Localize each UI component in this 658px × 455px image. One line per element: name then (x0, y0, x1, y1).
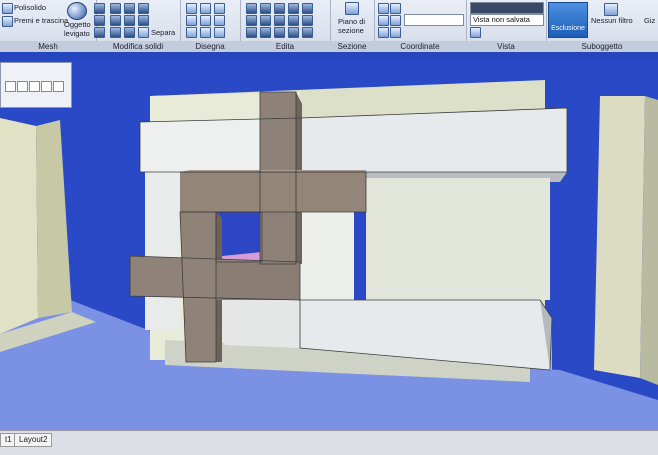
toolbar-button[interactable] (5, 81, 16, 92)
polyline-icon[interactable] (200, 3, 211, 14)
model-render (0, 60, 658, 430)
fillet-icon[interactable] (246, 15, 257, 26)
floating-toolbar (0, 62, 72, 108)
solid-edit-icon[interactable] (124, 27, 135, 38)
join-icon[interactable] (274, 27, 285, 38)
break-icon[interactable] (302, 27, 313, 38)
rectangle-icon[interactable] (200, 15, 211, 26)
polisolido-command[interactable]: Polisolido (14, 3, 46, 12)
panel-label-sezione[interactable]: Sezione (330, 41, 374, 52)
panel-label-modifica-solidi[interactable]: Modifica solidi (96, 41, 180, 52)
explode-icon[interactable] (274, 15, 285, 26)
mirror-icon[interactable] (302, 3, 313, 14)
panel-modifica-solidi: Separa Modifica solidi (96, 0, 181, 52)
ucs-icon[interactable] (378, 3, 389, 14)
panel-coordinate: Coordinate (374, 0, 467, 52)
exclusion-button[interactable]: Esclusione (548, 2, 588, 38)
ucs-world-icon[interactable] (378, 15, 389, 26)
solid-edit-icon[interactable] (110, 27, 121, 38)
panel-label-edita[interactable]: Edita (240, 41, 330, 52)
panel-disegna: Disegna (180, 0, 241, 52)
separate-icon[interactable] (138, 27, 149, 38)
panel-label-mesh[interactable]: Mesh (0, 41, 96, 52)
panel-label-suboggetto[interactable]: Suboggetto (546, 41, 658, 52)
spline-icon[interactable] (214, 15, 225, 26)
box-left-mid (145, 172, 180, 330)
esclusione-label: Esclusione (551, 25, 585, 32)
box-right-mid (360, 178, 550, 300)
panel-mesh: Polisolido Premi e trascina Oggetto levi… (0, 0, 105, 52)
piano-di-label[interactable]: Piano di (338, 17, 365, 26)
toolbar-button[interactable] (41, 81, 52, 92)
chamfer-icon[interactable] (288, 27, 299, 38)
solid-edit-icon[interactable] (110, 15, 121, 26)
smooth-object-icon[interactable] (67, 2, 87, 20)
erase-icon[interactable] (260, 27, 271, 38)
ribbon: Polisolido Premi e trascina Oggetto levi… (0, 0, 658, 53)
panel-label-disegna[interactable]: Disegna (180, 41, 240, 52)
arc-icon[interactable] (186, 15, 197, 26)
box-center (300, 212, 354, 300)
stretch-icon[interactable] (288, 15, 299, 26)
panel-sezione: Piano di sezione Sezione (330, 0, 375, 52)
boundary-icon[interactable] (214, 27, 225, 38)
box-top-right (300, 108, 567, 172)
tab-layout2[interactable]: Layout2 (14, 433, 53, 447)
ucs-object-icon[interactable] (390, 27, 401, 38)
right-wall-panel (594, 96, 645, 378)
sezione-label[interactable]: sezione (338, 26, 364, 35)
presspull-icon[interactable] (2, 16, 13, 27)
cross-lower-right (216, 262, 300, 300)
premi-trascina-command[interactable]: Premi e trascina (14, 16, 68, 25)
trim-icon[interactable] (274, 3, 285, 14)
section-plane-icon[interactable] (345, 2, 359, 15)
array-icon[interactable] (260, 15, 271, 26)
drawing-viewport[interactable] (0, 52, 658, 430)
solid-edit-icon[interactable] (110, 3, 121, 14)
solid-edit-icon[interactable] (138, 3, 149, 14)
toolbar-button[interactable] (17, 81, 28, 92)
offset-icon[interactable] (246, 27, 257, 38)
ucs-origin-icon[interactable] (390, 15, 401, 26)
box-bottom-left (215, 300, 300, 348)
visual-style-dropdown[interactable] (470, 2, 544, 14)
hatch-icon[interactable] (186, 27, 197, 38)
panel-label-coordinate[interactable]: Coordinate (374, 41, 466, 52)
filter-icon[interactable] (604, 3, 618, 16)
toolbar-button[interactable] (53, 81, 64, 92)
separa-command[interactable]: Separa (151, 28, 175, 37)
named-view-dropdown[interactable]: Vista non salvata (470, 14, 544, 26)
circle-icon[interactable] (214, 3, 225, 14)
ucs-dropdown[interactable] (404, 14, 464, 26)
toolbar-button[interactable] (29, 81, 40, 92)
nessun-filtro-label[interactable]: Nessun filtro (591, 16, 633, 25)
view-tool-icon[interactable] (470, 27, 481, 38)
solid-edit-icon[interactable] (124, 3, 135, 14)
left-wall-panel (0, 118, 38, 334)
gizmo-label[interactable]: Giz (644, 16, 655, 25)
rotate-icon[interactable] (260, 3, 271, 14)
solid-edit-icon[interactable] (124, 15, 135, 26)
panel-edita: Edita (240, 0, 331, 52)
line-icon[interactable] (186, 3, 197, 14)
oggetto-label[interactable]: Oggetto (64, 20, 91, 29)
polysolid-icon[interactable] (2, 3, 13, 14)
move-icon[interactable] (246, 3, 257, 14)
copy-icon[interactable] (288, 3, 299, 14)
layout-tabs: t1 Layout2 (0, 430, 658, 455)
panel-vista: Vista non salvata Vista (466, 0, 547, 52)
panel-suboggetto: Esclusione Nessun filtro Giz Suboggetto (546, 0, 658, 52)
autocad-window: Polisolido Premi e trascina Oggetto levi… (0, 0, 658, 455)
region-icon[interactable] (200, 27, 211, 38)
ucs-view-icon[interactable] (378, 27, 389, 38)
panel-label-vista[interactable]: Vista (466, 41, 546, 52)
ucs-icon[interactable] (390, 3, 401, 14)
levigato-label[interactable]: levigato (64, 29, 90, 38)
solid-edit-icon[interactable] (138, 15, 149, 26)
cross-horizontal-upper (180, 172, 366, 212)
scale-icon[interactable] (302, 15, 313, 26)
